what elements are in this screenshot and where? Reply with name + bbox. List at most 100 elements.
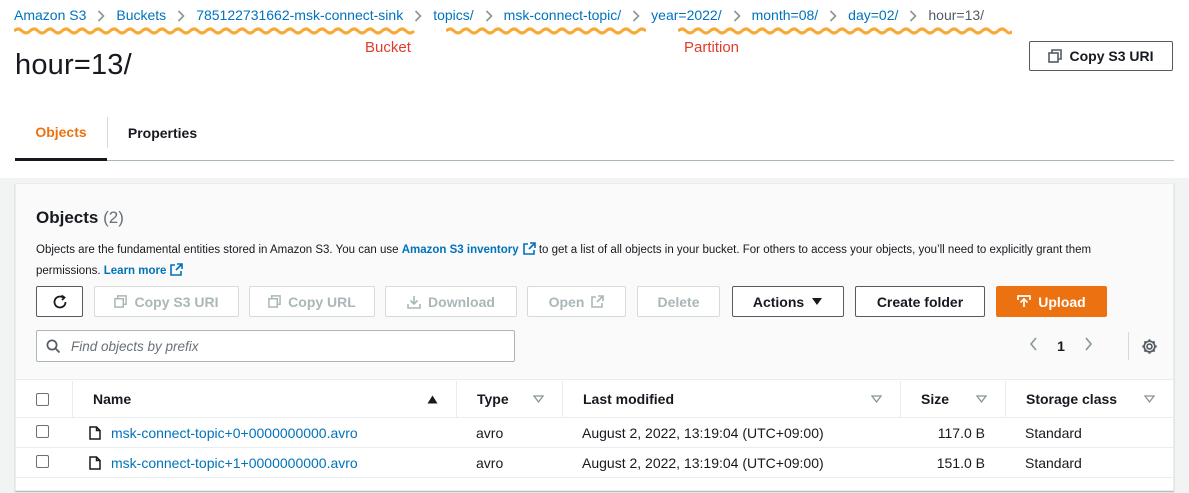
breadcrumb-topics[interactable]: topics/ xyxy=(433,7,473,23)
breadcrumb-bucket[interactable]: 785122731662-msk-connect-sink xyxy=(196,7,403,23)
copy-icon xyxy=(114,295,128,308)
bucket-annotation: Bucket xyxy=(365,39,411,56)
preferences-gear-icon[interactable] xyxy=(1128,332,1158,360)
topic-highlight-squiggle xyxy=(446,27,646,35)
open-button[interactable]: Open xyxy=(527,286,626,317)
learn-more-link[interactable]: Learn more xyxy=(104,265,167,277)
type-column-header[interactable]: Type xyxy=(456,381,562,418)
last-modified-column-header[interactable]: Last modified xyxy=(562,381,900,418)
row-checkbox[interactable] xyxy=(36,454,49,468)
file-icon xyxy=(89,425,101,440)
search-icon xyxy=(46,339,61,354)
sort-asc-icon xyxy=(427,395,438,403)
actions-dropdown-button[interactable]: Actions xyxy=(732,286,844,317)
search-box xyxy=(36,330,515,362)
row-checkbox[interactable] xyxy=(36,424,49,438)
copy-url-label: Copy URL xyxy=(288,293,356,310)
search-input[interactable] xyxy=(69,336,499,356)
objects-panel-header: Objects (2) Objects are the fundamental … xyxy=(16,184,1173,380)
copy-s3-uri-label: Copy S3 URI xyxy=(1069,48,1154,64)
chevron-right-icon xyxy=(818,7,848,23)
objects-panel-title: Objects (2) xyxy=(36,208,124,228)
breadcrumb-topic[interactable]: msk-connect-topic/ xyxy=(504,7,621,23)
objects-count: (2) xyxy=(103,208,124,227)
external-link-icon xyxy=(170,263,184,276)
select-all-checkbox[interactable] xyxy=(36,392,49,406)
s3-inventory-link-label: Amazon S3 inventory xyxy=(401,244,519,256)
delete-button[interactable]: Delete xyxy=(637,286,720,317)
object-type: avro xyxy=(456,417,562,448)
size-column-label: Size xyxy=(921,391,950,407)
object-name-link[interactable]: msk-connect-topic+0+0000000000.avro xyxy=(111,425,358,441)
select-all-header xyxy=(16,381,72,418)
upload-icon xyxy=(1017,294,1032,307)
objects-table: Name Type Last modified Size Storage cla… xyxy=(16,381,1173,478)
object-name-link[interactable]: msk-connect-topic+1+0000000000.avro xyxy=(111,455,358,471)
storage-class-column-label: Storage class xyxy=(1026,391,1118,407)
copy-icon xyxy=(1048,49,1063,63)
copy-url-button[interactable]: Copy URL xyxy=(249,286,375,317)
page-title: hour=13/ xyxy=(15,49,132,81)
partition-highlight-squiggle xyxy=(678,27,1012,35)
name-column-label: Name xyxy=(93,391,132,407)
copy-s3-uri-label: Copy S3 URI xyxy=(134,293,219,310)
page-number[interactable]: 1 xyxy=(1049,338,1073,354)
type-column-label: Type xyxy=(477,391,509,407)
objects-title-text: Objects xyxy=(36,208,99,227)
delete-label: Delete xyxy=(657,293,700,310)
object-storage-class: Standard xyxy=(1005,417,1173,448)
tab-objects-label: Objects xyxy=(35,123,87,140)
sort-desc-icon xyxy=(871,395,882,403)
learn-more-label: Learn more xyxy=(103,265,167,277)
tab-objects[interactable]: Objects xyxy=(15,105,107,161)
sort-desc-icon xyxy=(976,395,987,403)
breadcrumb-amazon-s3[interactable]: Amazon S3 xyxy=(14,7,86,23)
tab-properties[interactable]: Properties xyxy=(107,117,217,148)
chevron-right-icon xyxy=(86,7,116,23)
object-size: 151.0 B xyxy=(900,447,1005,478)
last-modified-column-label: Last modified xyxy=(583,391,675,407)
refresh-button[interactable] xyxy=(36,286,83,317)
copy-icon xyxy=(268,295,281,308)
chevron-right-icon xyxy=(166,7,196,23)
objects-description: Objects are the fundamental entities sto… xyxy=(36,240,1146,282)
object-type: avro xyxy=(456,447,562,478)
breadcrumb-buckets[interactable]: Buckets xyxy=(116,7,166,23)
chevron-left-icon[interactable] xyxy=(1029,336,1049,356)
desc-text-1: Objects are the fundamental entities sto… xyxy=(36,244,402,256)
download-icon xyxy=(407,295,421,309)
table-row[interactable]: msk-connect-topic+0+0000000000.avro avro… xyxy=(16,417,1173,448)
pagination: 1 xyxy=(1029,332,1093,360)
refresh-icon xyxy=(53,294,66,308)
name-column-header[interactable]: Name xyxy=(72,381,456,418)
storage-class-column-header[interactable]: Storage class xyxy=(1005,381,1173,418)
breadcrumb-day[interactable]: day=02/ xyxy=(848,7,898,23)
chevron-right-icon xyxy=(474,7,504,23)
s3-inventory-link[interactable]: Amazon S3 inventory xyxy=(402,244,519,256)
bucket-highlight-squiggle xyxy=(14,27,416,35)
chevron-right-icon xyxy=(898,7,928,23)
breadcrumb-month[interactable]: month=08/ xyxy=(752,7,819,23)
file-icon xyxy=(89,455,101,470)
copy-s3-uri-header-button[interactable]: Copy S3 URI xyxy=(1029,41,1173,71)
copy-s3-uri-button[interactable]: Copy S3 URI xyxy=(94,286,239,317)
object-storage-class: Standard xyxy=(1005,447,1173,478)
open-label: Open xyxy=(548,293,585,310)
size-column-header[interactable]: Size xyxy=(900,381,1005,418)
chevron-right-icon xyxy=(621,7,651,23)
sort-desc-icon xyxy=(533,395,544,403)
chevron-right-icon[interactable] xyxy=(1073,336,1093,356)
table-header-row: Name Type Last modified Size Storage cla… xyxy=(16,381,1173,418)
upload-button[interactable]: Upload xyxy=(996,286,1107,317)
object-last-modified: August 2, 2022, 13:19:04 (UTC+09:00) xyxy=(562,447,900,478)
chevron-right-icon xyxy=(722,7,752,23)
breadcrumb-year[interactable]: year=2022/ xyxy=(651,7,721,23)
sort-desc-icon xyxy=(1144,395,1155,403)
breadcrumb-current: hour=13/ xyxy=(928,7,985,23)
create-folder-button[interactable]: Create folder xyxy=(855,286,985,317)
tab-properties-label: Properties xyxy=(127,124,198,141)
download-button[interactable]: Download xyxy=(385,286,517,317)
objects-panel: Objects (2) Objects are the fundamental … xyxy=(15,183,1174,491)
table-row[interactable]: msk-connect-topic+1+0000000000.avro avro… xyxy=(16,447,1173,478)
create-folder-label: Create folder xyxy=(876,293,964,310)
